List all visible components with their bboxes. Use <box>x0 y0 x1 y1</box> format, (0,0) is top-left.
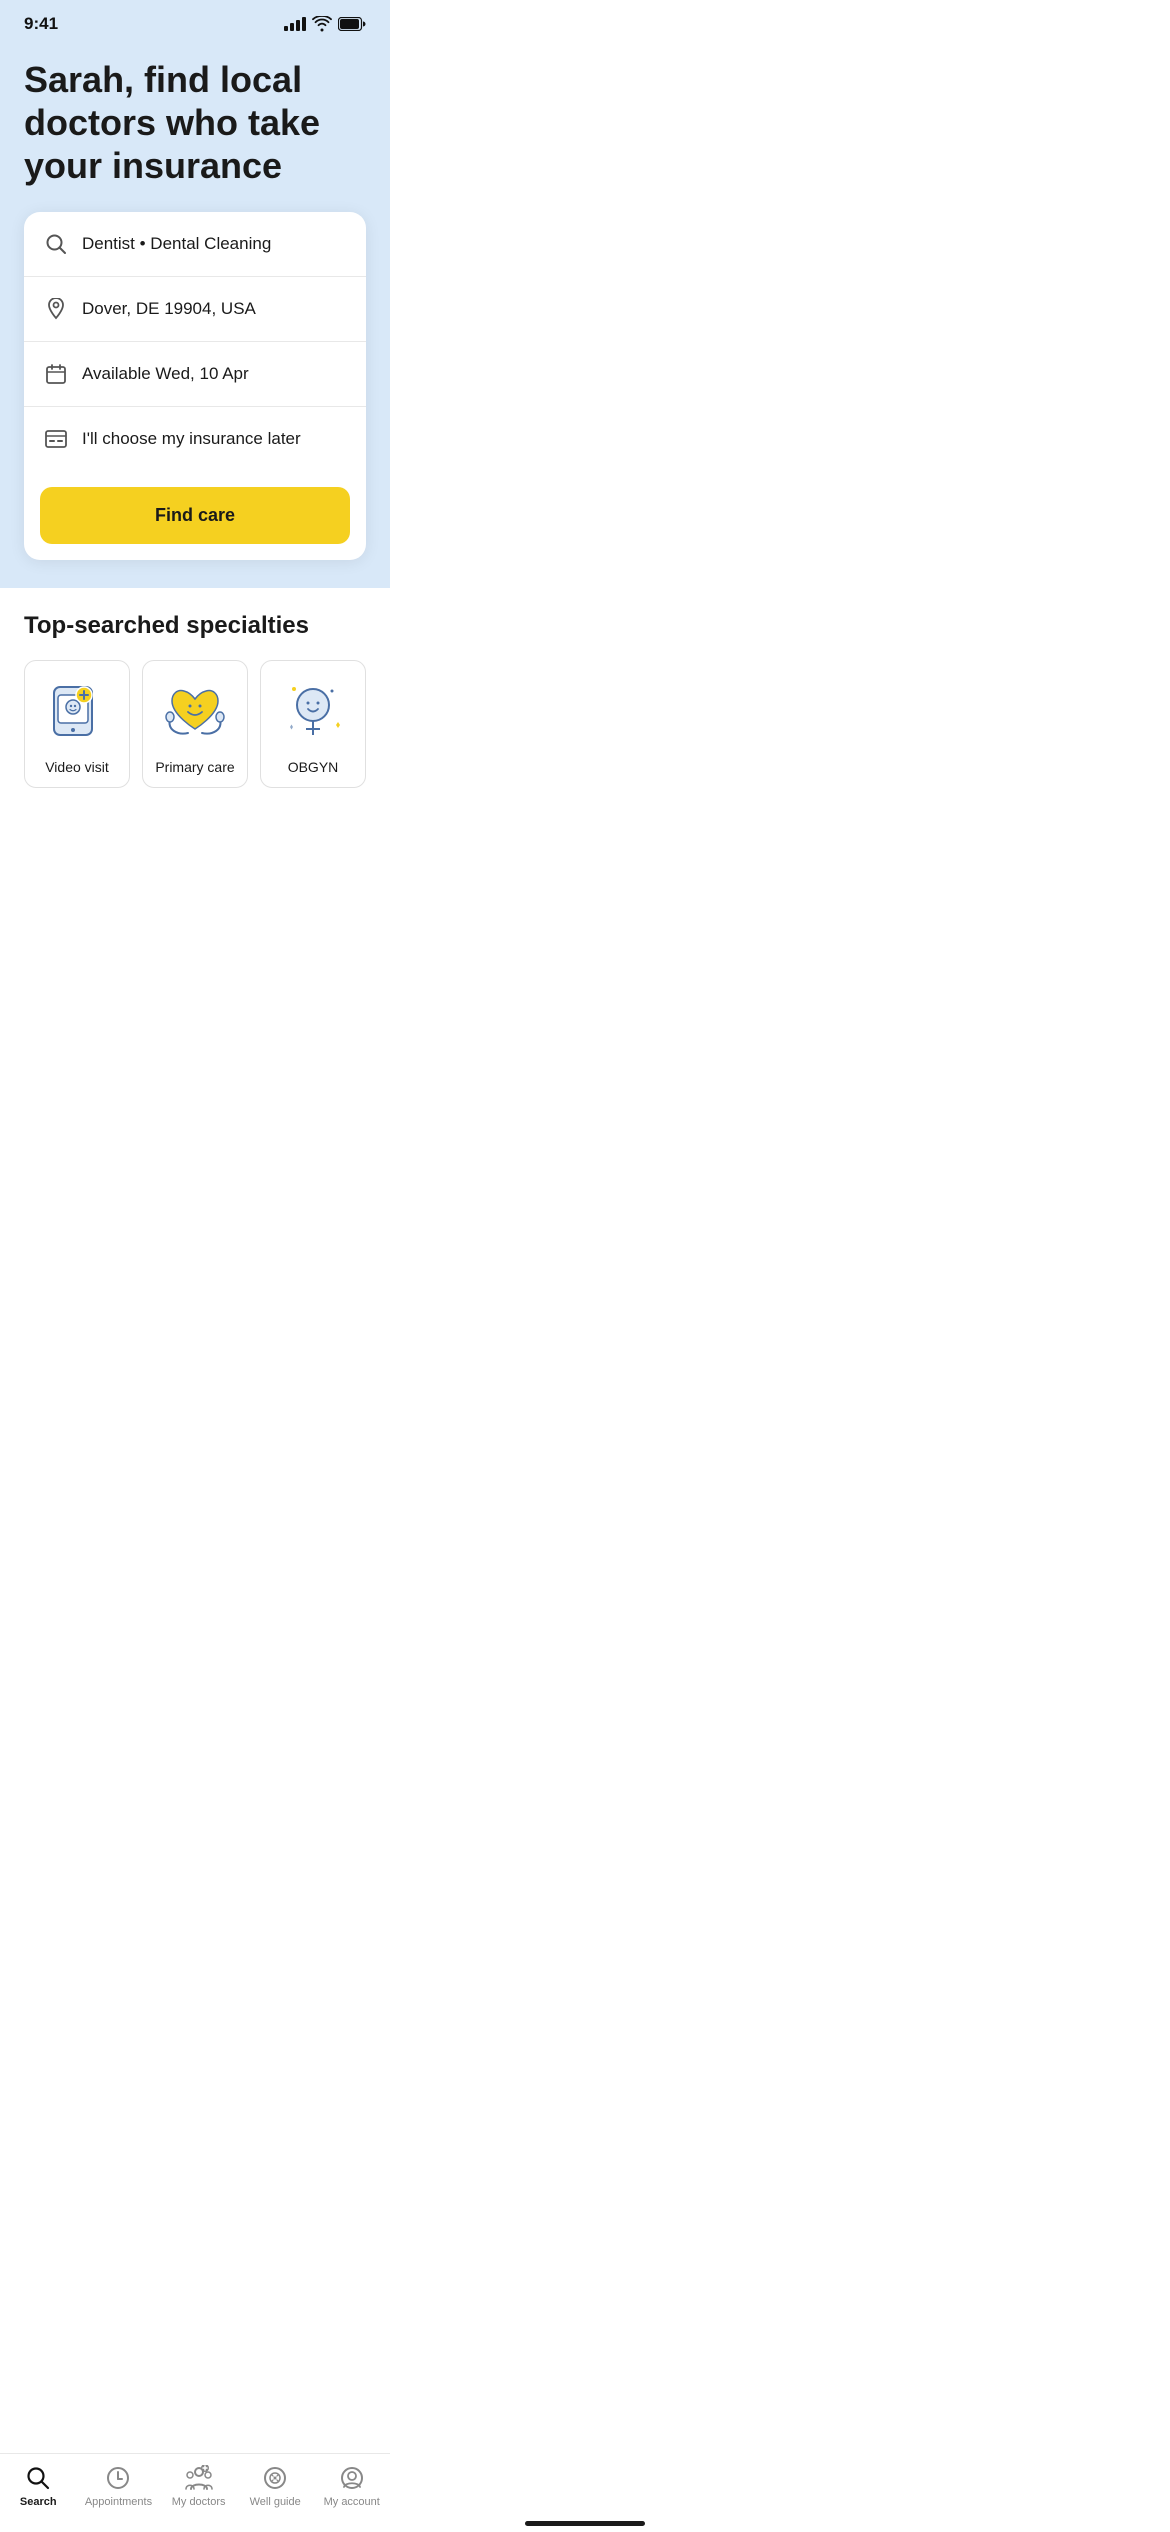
specialty-card-primary-care[interactable]: Primary care <box>142 660 248 788</box>
nav-item-my-doctors[interactable]: My doctors <box>169 2464 229 2508</box>
obgyn-icon <box>278 677 348 747</box>
calendar-icon <box>44 362 68 386</box>
hero-title: Sarah, find local doctors who take your … <box>24 58 366 188</box>
status-time: 9:41 <box>24 14 58 34</box>
specialty-grid: Video visit Primary care <box>24 660 366 788</box>
nav-item-well-guide[interactable]: Well guide <box>245 2464 305 2508</box>
nav-doctors-icon <box>185 2464 213 2492</box>
insurance-text: I'll choose my insurance later <box>82 429 301 449</box>
video-visit-icon <box>42 677 112 747</box>
primary-care-icon <box>160 677 230 747</box>
nav-item-search[interactable]: Search <box>8 2464 68 2508</box>
insurance-row[interactable]: I'll choose my insurance later <box>24 407 366 471</box>
date-text: Available Wed, 10 Apr <box>82 364 249 384</box>
specialties-section-title: Top-searched specialties <box>24 612 366 640</box>
date-row[interactable]: Available Wed, 10 Apr <box>24 342 366 407</box>
specialty-label-primary-care: Primary care <box>155 759 234 775</box>
nav-account-icon <box>338 2464 366 2492</box>
nav-label-my-doctors: My doctors <box>172 2496 226 2508</box>
main-content: Top-searched specialties Video <box>0 588 390 888</box>
signal-icon <box>284 17 306 31</box>
find-care-button[interactable]: Find care <box>40 487 350 544</box>
nav-label-search: Search <box>20 2496 57 2508</box>
location-row[interactable]: Dover, DE 19904, USA <box>24 277 366 342</box>
nav-label-my-account: My account <box>324 2496 380 2508</box>
wifi-icon <box>312 16 332 32</box>
location-text: Dover, DE 19904, USA <box>82 299 256 319</box>
hero-section: Sarah, find local doctors who take your … <box>0 42 390 588</box>
specialty-label-obgyn: OBGYN <box>288 759 339 775</box>
specialty-label-video-visit: Video visit <box>45 759 109 775</box>
specialty-card-video-visit[interactable]: Video visit <box>24 660 130 788</box>
specialty-text: Dentist • Dental Cleaning <box>82 234 271 254</box>
nav-well-guide-icon <box>261 2464 289 2492</box>
search-card: Dentist • Dental Cleaning Dover, DE 1990… <box>24 212 366 560</box>
status-icons <box>284 16 366 32</box>
nav-item-my-account[interactable]: My account <box>322 2464 382 2508</box>
status-bar: 9:41 <box>0 0 390 42</box>
nav-search-icon <box>24 2464 52 2492</box>
nav-appointments-icon <box>104 2464 132 2492</box>
search-magnifier-icon <box>44 232 68 256</box>
nav-label-well-guide: Well guide <box>250 2496 301 2508</box>
specialty-card-obgyn[interactable]: OBGYN <box>260 660 366 788</box>
home-indicator <box>525 2521 645 2526</box>
specialty-row[interactable]: Dentist • Dental Cleaning <box>24 212 366 277</box>
location-icon <box>44 297 68 321</box>
battery-icon <box>338 17 366 31</box>
nav-item-appointments[interactable]: Appointments <box>85 2464 152 2508</box>
nav-label-appointments: Appointments <box>85 2496 152 2508</box>
insurance-icon <box>44 427 68 451</box>
bottom-nav: Search Appointments <box>0 2453 390 2532</box>
